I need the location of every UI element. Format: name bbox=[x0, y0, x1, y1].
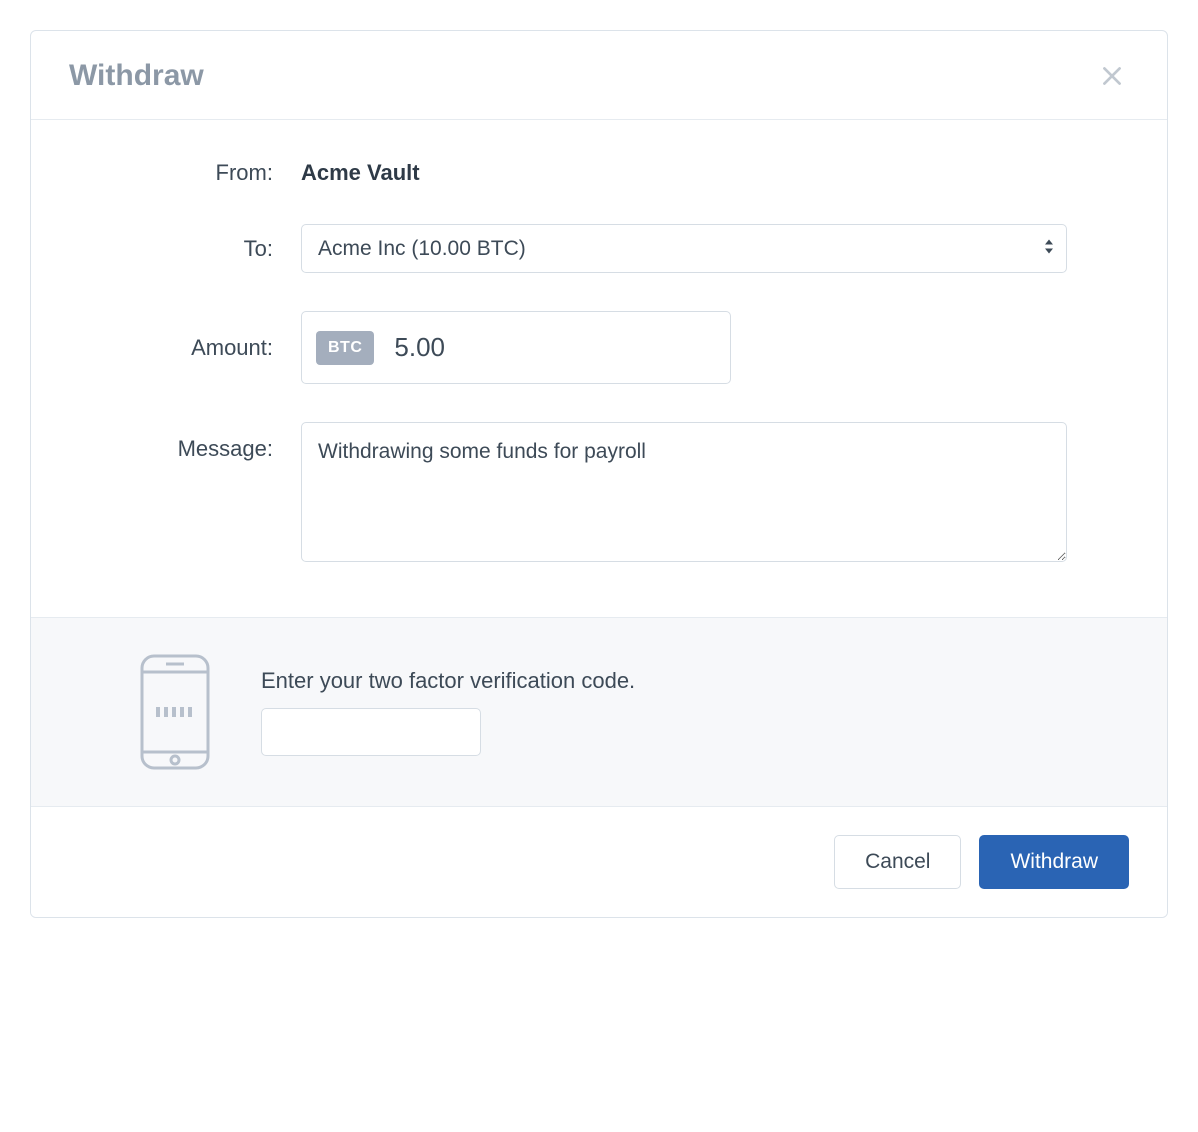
to-row: To: Acme Inc (10.00 BTC) bbox=[131, 224, 1067, 273]
amount-label: Amount: bbox=[131, 335, 301, 361]
phone-icon bbox=[131, 652, 219, 772]
dialog-footer: Cancel Withdraw bbox=[31, 806, 1167, 917]
amount-input-group: BTC bbox=[301, 311, 731, 384]
two-factor-section: Enter your two factor verification code. bbox=[31, 617, 1167, 806]
withdraw-button[interactable]: Withdraw bbox=[979, 835, 1129, 889]
to-label: To: bbox=[131, 236, 301, 262]
dialog-header: Withdraw bbox=[31, 31, 1167, 120]
two-factor-prompt: Enter your two factor verification code. bbox=[261, 668, 1067, 694]
from-row: From: Acme Vault bbox=[131, 160, 1067, 186]
message-label: Message: bbox=[131, 422, 301, 462]
to-select[interactable]: Acme Inc (10.00 BTC) bbox=[301, 224, 1067, 273]
amount-row: Amount: BTC bbox=[131, 311, 1067, 384]
from-label: From: bbox=[131, 160, 301, 186]
cancel-button[interactable]: Cancel bbox=[834, 835, 961, 889]
amount-input[interactable] bbox=[388, 312, 731, 383]
dialog-title: Withdraw bbox=[69, 59, 204, 93]
message-textarea[interactable] bbox=[301, 422, 1067, 562]
close-button[interactable] bbox=[1095, 59, 1129, 93]
two-factor-input[interactable] bbox=[261, 708, 481, 756]
currency-badge: BTC bbox=[316, 331, 374, 365]
currency-badge-wrap: BTC bbox=[302, 312, 388, 383]
dialog-body: From: Acme Vault To: Acme Inc (10.00 BTC… bbox=[31, 120, 1167, 617]
from-value: Acme Vault bbox=[301, 160, 420, 186]
message-row: Message: bbox=[131, 422, 1067, 567]
withdraw-dialog: Withdraw From: Acme Vault To: Acme Inc (… bbox=[30, 30, 1168, 918]
close-icon bbox=[1099, 63, 1125, 89]
